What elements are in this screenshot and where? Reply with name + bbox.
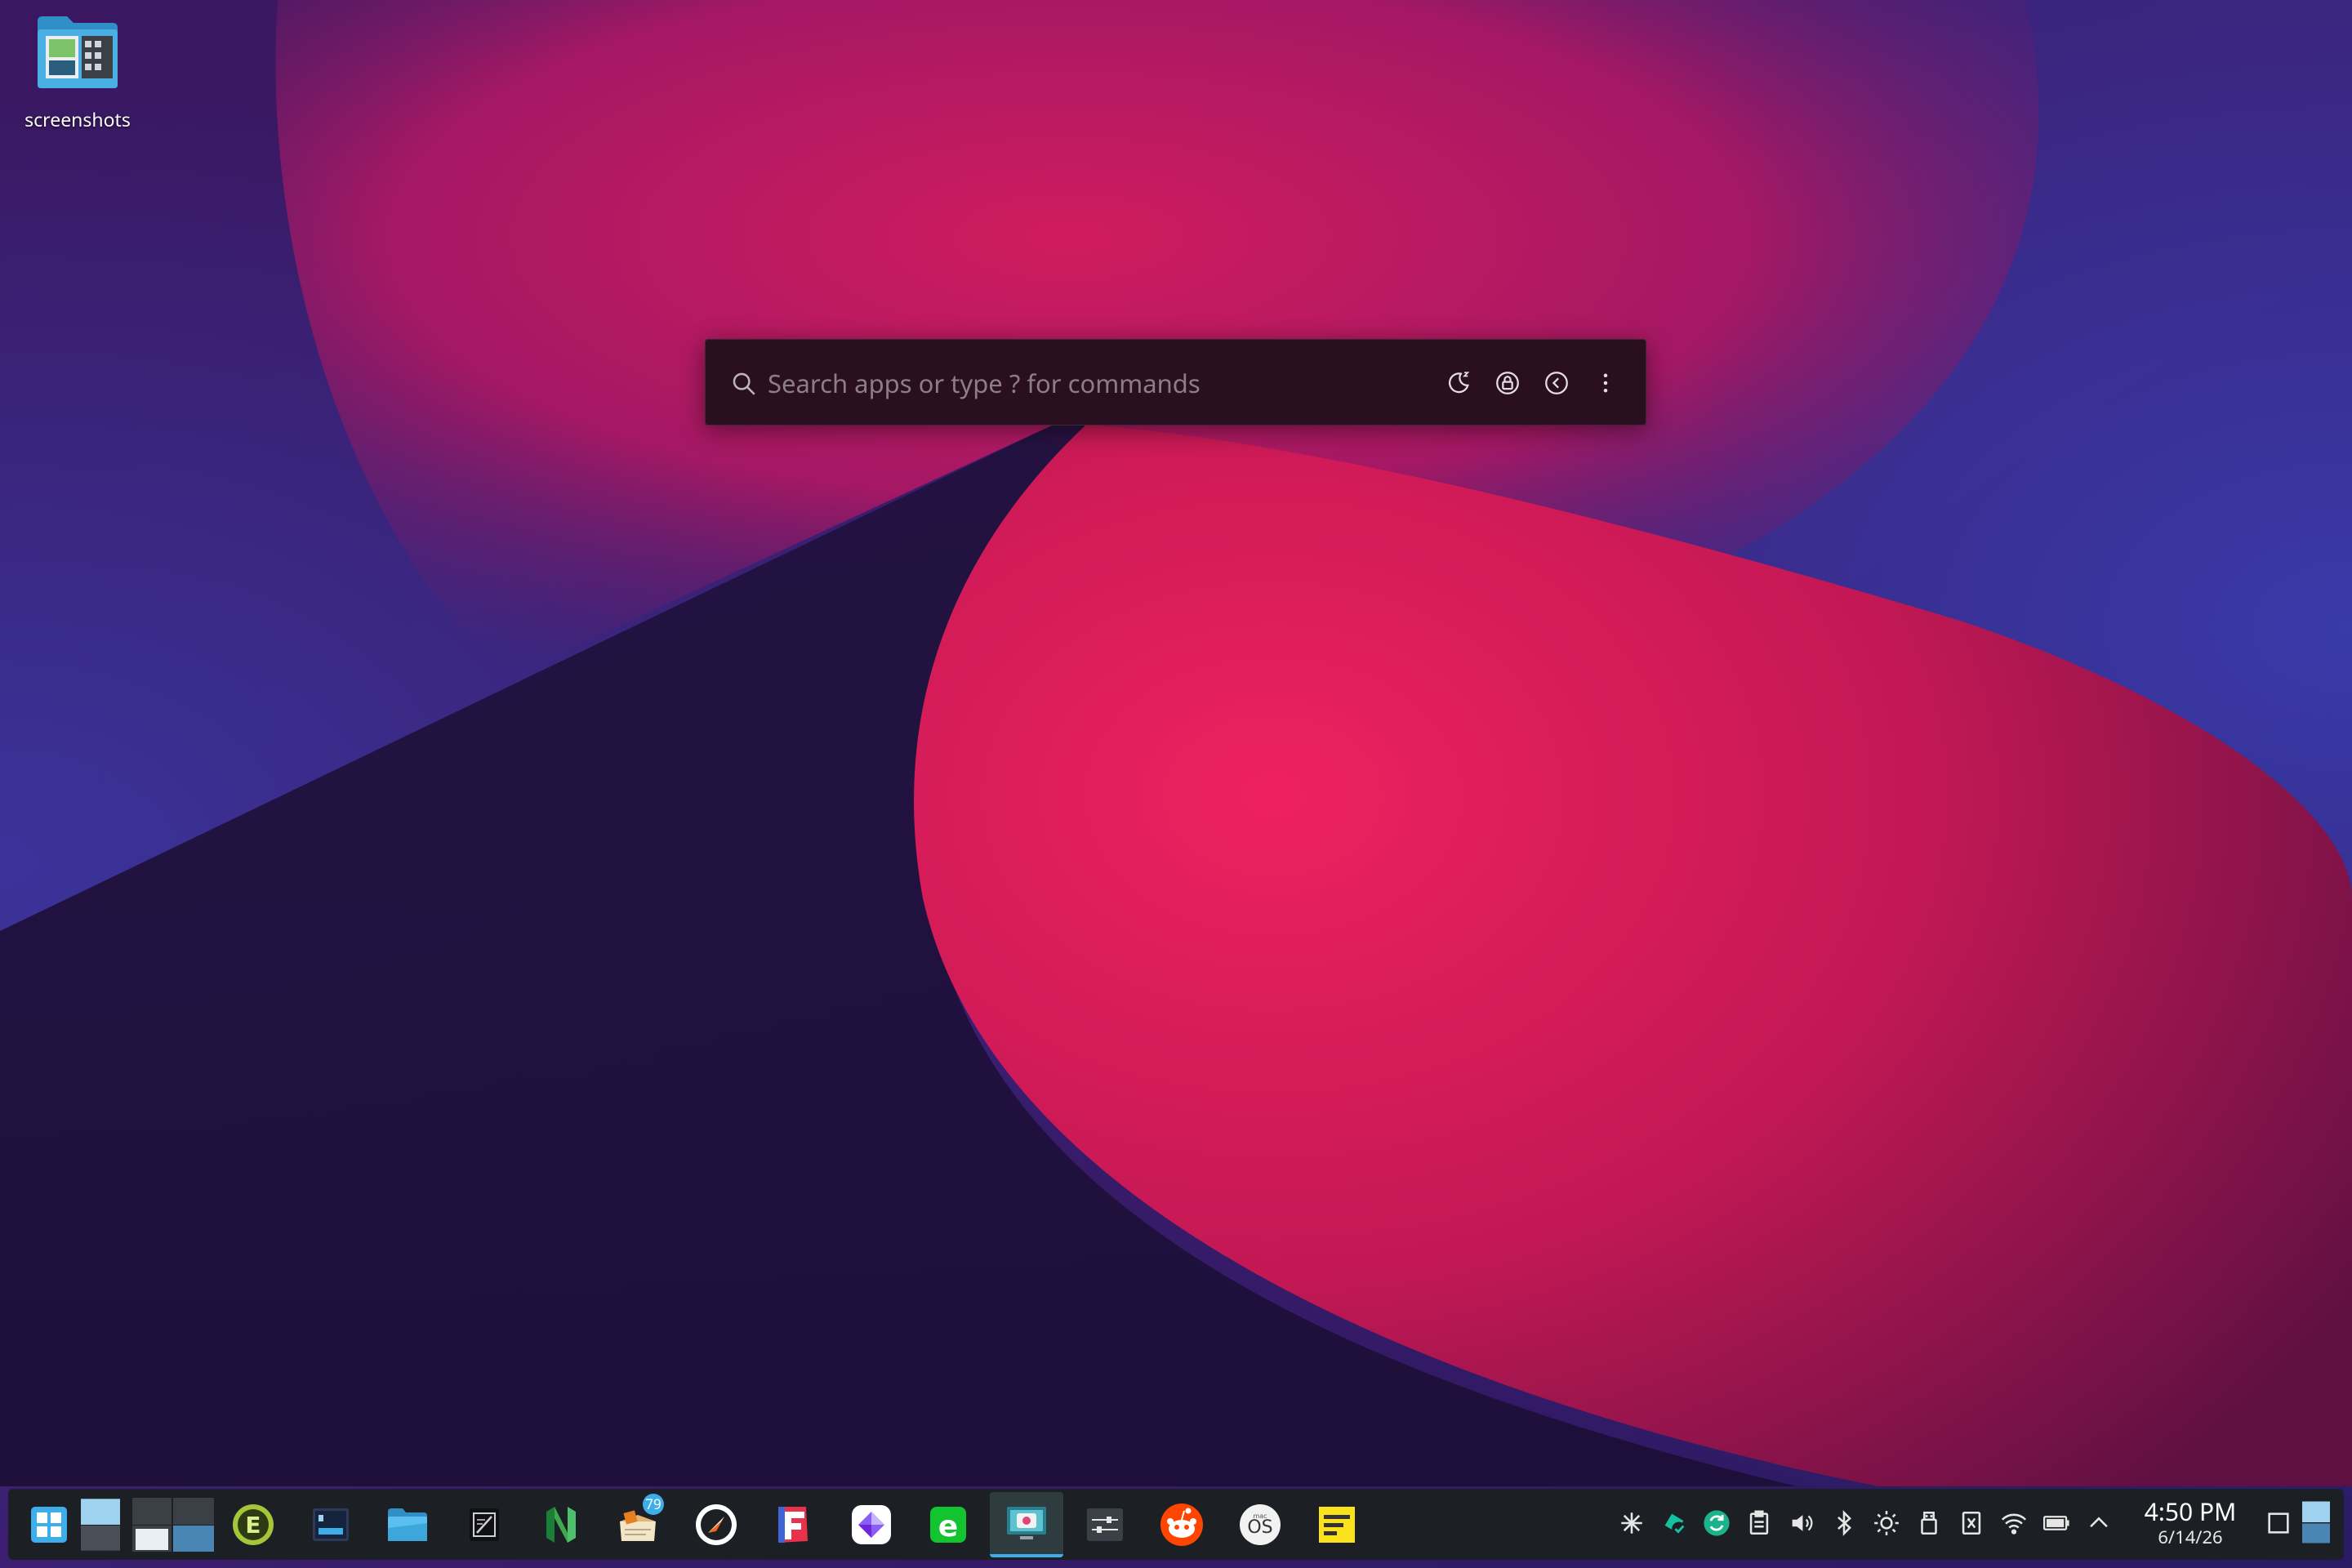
neovim-icon — [546, 1507, 576, 1543]
sticky-notes-icon — [1319, 1507, 1355, 1543]
digital-clock[interactable]: 4:50 PM 6/14/26 — [2125, 1497, 2256, 1548]
desktop-wallpaper — [0, 0, 2352, 1568]
show-desktop-icon — [2268, 1512, 2289, 1534]
reddit-icon — [1160, 1503, 1203, 1546]
macos-icon: OS mac — [1240, 1504, 1281, 1545]
show-desktop-button[interactable] — [2261, 1500, 2296, 1546]
text-editor-launcher[interactable] — [452, 1492, 517, 1557]
tray-item-asterisk[interactable] — [1614, 1500, 1650, 1546]
tray-item-brightness[interactable] — [1869, 1500, 1904, 1546]
window-switcher[interactable] — [129, 1492, 217, 1557]
sticky-notes-launcher[interactable] — [1304, 1492, 1370, 1557]
tray-expand-icon — [2090, 1517, 2108, 1528]
macos-launcher[interactable]: OS mac — [1227, 1492, 1293, 1557]
settings-app-icon — [1087, 1508, 1123, 1541]
virtual-desktop-pager[interactable] — [74, 1492, 127, 1557]
tray-item-usb[interactable] — [1911, 1500, 1947, 1546]
application-launcher-icon — [31, 1507, 67, 1543]
settings-app-launcher[interactable] — [1072, 1492, 1138, 1557]
back-button[interactable] — [1538, 364, 1575, 402]
file-manager-launcher[interactable] — [375, 1492, 440, 1557]
tray-expand-button[interactable] — [2081, 1500, 2117, 1546]
reddit-launcher[interactable] — [1149, 1492, 1214, 1557]
svg-text:E: E — [245, 1512, 261, 1539]
notification-badge: 79 — [643, 1494, 664, 1515]
asterisk-icon — [1621, 1512, 1642, 1534]
svg-text:mac: mac — [1253, 1512, 1267, 1520]
clock-time: 4:50 PM — [2144, 1494, 2237, 1528]
notes-launcher[interactable]: 79 — [605, 1492, 670, 1557]
tray-item-battery[interactable] — [2038, 1500, 2074, 1546]
usb-icon — [1921, 1511, 1937, 1535]
tray-item-clipboard[interactable] — [1741, 1500, 1777, 1546]
text-editor-icon — [470, 1508, 499, 1541]
krunner-search-bar — [705, 339, 1646, 425]
gem-app-icon — [852, 1505, 891, 1544]
battery-icon — [2042, 1516, 2069, 1530]
tray-item-refresh[interactable] — [1699, 1500, 1735, 1546]
folder-icon — [34, 15, 121, 90]
virtual-desktop-pager-icon — [81, 1499, 120, 1551]
fonts-app-launcher[interactable] — [760, 1492, 826, 1557]
e-app-launcher[interactable]: e — [915, 1492, 981, 1557]
env-manager-icon: E — [233, 1504, 274, 1545]
back-icon — [1545, 372, 1568, 394]
neovim-launcher[interactable] — [528, 1492, 594, 1557]
svg-text:e: e — [938, 1510, 958, 1544]
tray-item-wifi[interactable] — [1996, 1500, 2032, 1546]
more-options-button[interactable] — [1587, 364, 1624, 402]
search-input[interactable] — [766, 359, 1472, 408]
file-manager-icon — [388, 1508, 427, 1541]
application-launcher-button[interactable] — [16, 1492, 82, 1557]
more-options-icon — [1603, 373, 1608, 393]
desktop-icon-screenshots[interactable]: screenshots — [16, 15, 139, 132]
clock-app-launcher[interactable] — [684, 1492, 749, 1557]
window-switcher-icon — [132, 1498, 214, 1552]
peek-desktop-button[interactable] — [2298, 1494, 2334, 1551]
tray-item-keepassxc[interactable] — [1953, 1500, 1989, 1546]
peek-desktop-icon — [2302, 1501, 2330, 1544]
desktop-icon-label: screenshots — [24, 106, 131, 132]
clipboard-icon — [1749, 1510, 1769, 1535]
tray-item-volume[interactable] — [1784, 1500, 1820, 1546]
volume-icon — [1792, 1515, 1813, 1531]
keepassxc-icon — [1962, 1511, 1981, 1535]
bluetooth-icon — [1838, 1510, 1851, 1536]
search-icon — [733, 372, 755, 395]
clock-app-icon — [696, 1504, 737, 1545]
terminal-launcher[interactable] — [298, 1492, 363, 1557]
taskbar-panel: E 79 e OS mac 4:50 PM 6/14/26 — [8, 1489, 2344, 1560]
screenshot-app-icon — [1007, 1507, 1046, 1539]
gem-app-launcher[interactable] — [839, 1492, 904, 1557]
lock-button[interactable] — [1489, 364, 1526, 402]
screenshot-app-task[interactable] — [990, 1492, 1063, 1557]
night-light-button[interactable] — [1440, 364, 1477, 402]
e-app-icon: e — [930, 1507, 966, 1544]
fonts-app-icon — [778, 1507, 808, 1543]
tray-item-bluetooth[interactable] — [1826, 1500, 1862, 1546]
terminal-icon — [313, 1508, 349, 1541]
tray-item-sync[interactable] — [1656, 1500, 1692, 1546]
env-manager-launcher[interactable]: E — [220, 1492, 286, 1557]
wifi-icon — [2001, 1513, 2027, 1535]
lock-icon — [1496, 372, 1519, 394]
clock-date: 6/14/26 — [2158, 1525, 2223, 1549]
sync-icon — [1664, 1513, 1686, 1536]
night-light-icon — [1448, 372, 1470, 394]
brightness-icon — [1874, 1511, 1899, 1535]
svg-text:OS: OS — [1247, 1517, 1272, 1538]
refresh-icon — [1704, 1510, 1730, 1536]
